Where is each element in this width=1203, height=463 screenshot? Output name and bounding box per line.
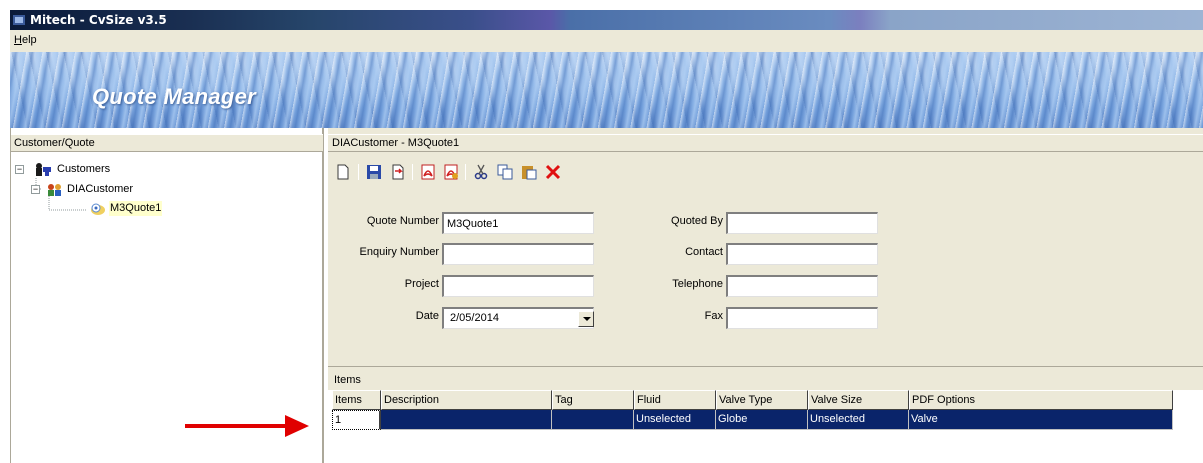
fax-label: Fax [704, 310, 723, 322]
grid-header: Items Description Tag Fluid Valve Type V… [332, 390, 1173, 410]
cell-description[interactable] [381, 410, 552, 430]
quoted-by-label: Quoted By [671, 215, 723, 227]
toolbar-separator [465, 164, 466, 180]
contact-input[interactable] [726, 243, 878, 265]
quote-icon [91, 203, 105, 215]
customers-icon [36, 163, 51, 176]
tree-node-diacustomer[interactable]: − DIACustomer [31, 182, 181, 198]
customer-group-icon [48, 184, 61, 196]
items-caption: Items [334, 374, 361, 386]
pdf-icon[interactable] [419, 163, 437, 181]
save-icon[interactable] [365, 163, 383, 181]
chevron-down-icon [583, 317, 591, 321]
date-label: Date [415, 310, 439, 322]
cell-items[interactable]: 1 [332, 410, 381, 430]
telephone-label: Telephone [672, 278, 723, 290]
cell-valve-size[interactable]: Unselected [808, 410, 909, 430]
menu-help[interactable]: Help [14, 34, 37, 46]
fax-input[interactable] [726, 307, 878, 329]
items-grid: Items Items Description Tag Fluid Valve … [328, 366, 1203, 463]
menu-bar: Help [10, 30, 1203, 52]
cell-tag[interactable] [552, 410, 634, 430]
telephone-input[interactable] [726, 275, 878, 297]
copy-icon[interactable] [496, 163, 514, 181]
toolbar-separator [358, 164, 359, 180]
date-dropdown-button[interactable] [578, 311, 594, 327]
column-header-valve-size[interactable]: Valve Size [808, 390, 909, 410]
column-header-description[interactable]: Description [381, 390, 552, 410]
tree-node-m3quote1[interactable]: M3Quote1 [89, 201, 189, 217]
red-arrow-annotation [185, 415, 309, 437]
banner-title: Quote Manager [92, 84, 257, 109]
right-panel-header: DIACustomer - M3Quote1 [328, 134, 1203, 152]
new-icon[interactable] [334, 163, 352, 181]
project-input[interactable] [442, 275, 594, 297]
quote-details-panel: DIACustomer - M3Quote1 Quote Number M3Qu… [328, 128, 1203, 463]
cell-fluid[interactable]: Unselected [634, 410, 716, 430]
delete-icon[interactable] [544, 163, 562, 181]
import-icon[interactable] [389, 163, 407, 181]
cell-pdf-options[interactable]: Valve [909, 410, 1173, 430]
date-picker[interactable]: 2/05/2014 [442, 307, 594, 329]
column-header-fluid[interactable]: Fluid [634, 390, 716, 410]
quote-number-label: Quote Number [366, 215, 439, 227]
tree-node-customers[interactable]: − Customers [15, 162, 135, 178]
menu-help-label: elp [21, 34, 37, 46]
tree-label-customers: Customers [57, 163, 111, 175]
right-panel-header-label: DIACustomer - M3Quote1 [332, 137, 460, 149]
banner: Quote Manager [10, 52, 1203, 128]
quote-number-input[interactable] [442, 212, 594, 234]
items-caption-bar: Items [328, 366, 1203, 390]
quoted-by-input[interactable] [726, 212, 878, 234]
column-header-pdf-options[interactable]: PDF Options [909, 390, 1173, 410]
cut-icon[interactable] [472, 163, 490, 181]
collapse-icon[interactable]: − [31, 185, 40, 194]
paste-icon[interactable] [520, 163, 538, 181]
contact-label: Contact [685, 246, 723, 258]
collapse-icon[interactable]: − [15, 165, 24, 174]
left-panel-header-label: Customer/Quote [14, 137, 95, 149]
date-value: 2/05/2014 [450, 312, 499, 324]
app-icon [13, 15, 25, 25]
column-header-items[interactable]: Items [332, 390, 381, 410]
window-title: Mitech - CvSize v3.5 [30, 13, 167, 27]
enquiry-number-label: Enquiry Number [359, 246, 439, 258]
column-header-valve-type[interactable]: Valve Type [716, 390, 808, 410]
tree-label-m3quote1: M3Quote1 [109, 201, 163, 216]
menu-help-mnemonic: H [14, 34, 22, 46]
toolbar-separator [412, 164, 413, 180]
tree-label-diacustomer: DIACustomer [67, 183, 134, 195]
column-header-tag[interactable]: Tag [552, 390, 634, 410]
title-bar[interactable]: Mitech - CvSize v3.5 [10, 10, 1203, 30]
cell-valve-type[interactable]: Globe [716, 410, 808, 430]
toolbar [334, 161, 734, 183]
left-panel-header: Customer/Quote [11, 134, 323, 152]
project-label: Project [404, 278, 439, 290]
table-row[interactable]: 1 Unselected Globe Unselected Valve [332, 410, 1173, 430]
enquiry-number-input[interactable] [442, 243, 594, 265]
pdf-options-icon[interactable] [442, 163, 460, 181]
